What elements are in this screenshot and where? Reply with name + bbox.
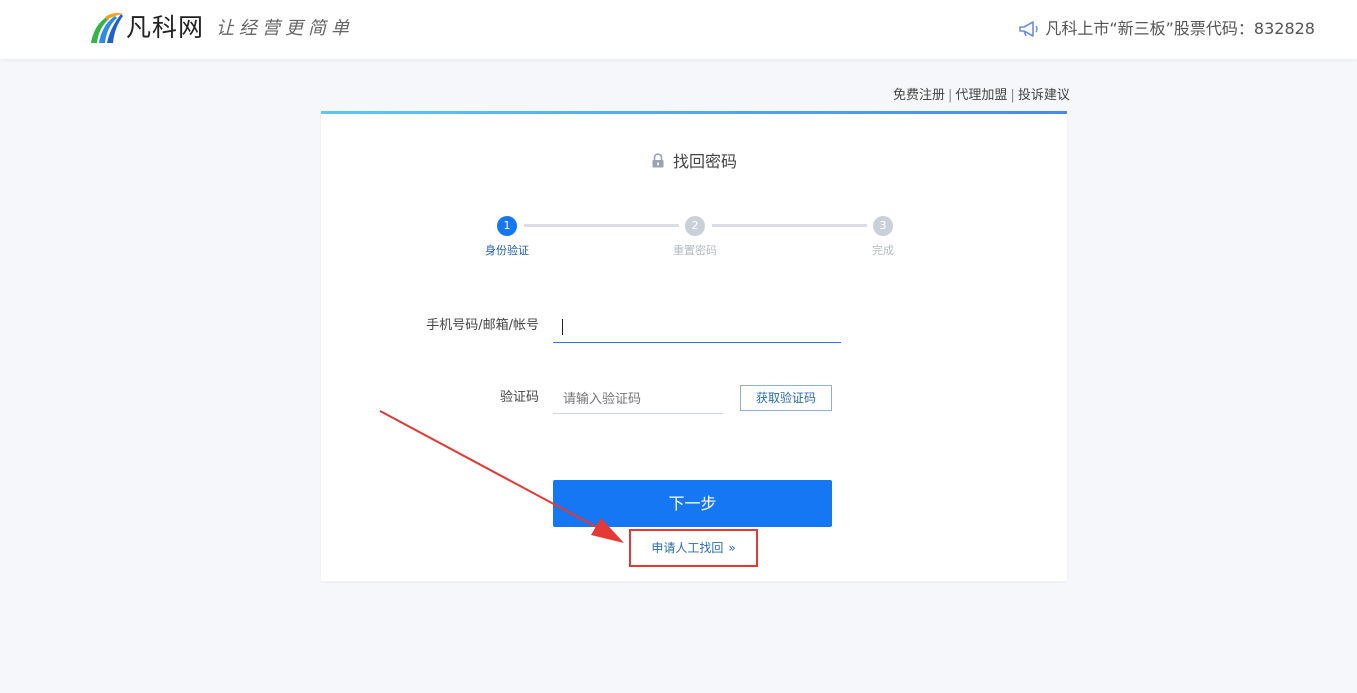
- slogan: 让经营更简单: [216, 18, 354, 39]
- stock-listing-notice: 凡科上市“新三板”股票代码：832828: [1018, 18, 1315, 40]
- text-cursor: [562, 319, 563, 335]
- top-links: 免费注册 | 代理加盟 | 投诉建议: [893, 87, 1070, 105]
- page-title: 找回密码: [321, 151, 1067, 173]
- agent-link[interactable]: 代理加盟: [955, 88, 1007, 103]
- step-connector: [524, 224, 679, 227]
- get-code-button[interactable]: 获取验证码: [740, 385, 832, 411]
- complaint-link[interactable]: 投诉建议: [1018, 88, 1070, 103]
- lock-icon: [652, 153, 664, 168]
- brand-name[interactable]: 凡科网: [126, 13, 204, 43]
- step-connector: [712, 224, 867, 227]
- verification-code-label: 验证码: [499, 390, 539, 405]
- manual-recovery-link[interactable]: 申请人工找回 »: [629, 529, 758, 567]
- step-1-label: 身份验证: [485, 244, 529, 257]
- double-chevron-right-icon: »: [728, 541, 736, 555]
- verification-code-input[interactable]: [553, 383, 723, 414]
- megaphone-icon: [1019, 21, 1039, 37]
- account-label: 手机号码/邮箱/帐号: [426, 318, 539, 333]
- stock-listing-text: 凡科上市“新三板”股票代码：832828: [1045, 19, 1315, 38]
- fanke-logo-icon[interactable]: [89, 11, 125, 45]
- link-separator: |: [1010, 88, 1015, 103]
- step-2-dot: 2: [685, 216, 705, 236]
- step-3-label: 完成: [872, 244, 894, 257]
- step-3-dot: 3: [873, 216, 893, 236]
- page-title-text: 找回密码: [672, 152, 737, 171]
- card-top-accent-bar: [321, 111, 1067, 114]
- link-separator: |: [948, 88, 953, 103]
- register-link[interactable]: 免费注册: [893, 88, 945, 103]
- step-2-label: 重置密码: [673, 244, 717, 257]
- step-1-dot: 1: [497, 216, 517, 236]
- next-step-button[interactable]: 下一步: [553, 480, 832, 527]
- reset-password-card: 找回密码 1 2 3 身份验证 重置密码 完成 手机号码/邮箱/帐号 验证码 获…: [321, 111, 1067, 581]
- manual-recovery-text[interactable]: 申请人工找回: [651, 541, 723, 555]
- top-header: 凡科网 让经营更简单 凡科上市“新三板”股票代码：832828: [0, 0, 1357, 59]
- account-input[interactable]: [553, 313, 841, 343]
